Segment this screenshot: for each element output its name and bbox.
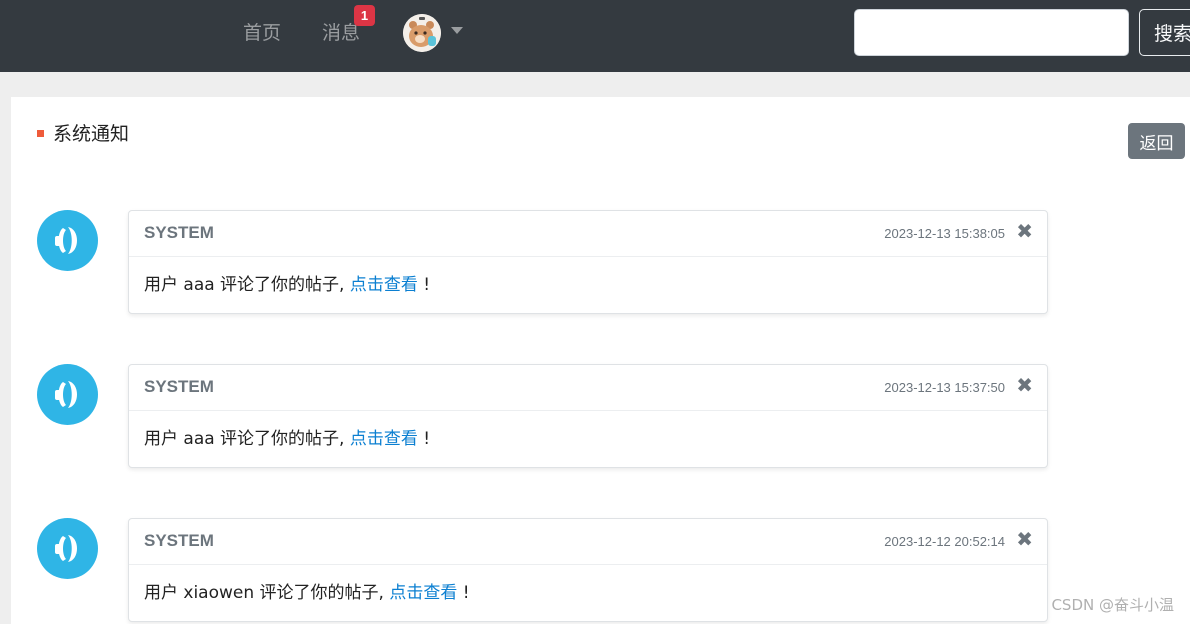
user-avatar[interactable]	[403, 14, 441, 52]
csdn-watermark: CSDN @奋斗小温	[1051, 596, 1174, 614]
messages-unread-badge: 1	[354, 5, 375, 26]
notice-card-header: SYSTEM 2023-12-12 20:52:14 ✖	[129, 519, 1047, 565]
bear-avatar-icon	[403, 14, 441, 52]
notice-timestamp: 2023-12-13 15:38:05	[884, 226, 1005, 241]
megaphone-icon	[55, 381, 77, 408]
notice-card-header: SYSTEM 2023-12-13 15:37:50 ✖	[129, 365, 1047, 411]
close-icon[interactable]: ✖	[1016, 528, 1033, 550]
notice-card: SYSTEM 2023-12-13 15:37:50 ✖ 用户 aaa 评论了你…	[128, 364, 1048, 468]
search-input[interactable]	[854, 9, 1129, 56]
megaphone-icon	[55, 227, 77, 254]
notice-timestamp: 2023-12-13 15:37:50	[884, 380, 1005, 395]
search-button[interactable]: 搜索	[1139, 9, 1190, 56]
top-navbar: 首页 消息 1 搜索	[0, 0, 1190, 72]
notice-text-suffix: !	[457, 583, 470, 603]
notice-sender: SYSTEM	[144, 223, 214, 242]
notice-text-suffix: !	[417, 275, 431, 295]
notice-text: 用户 xiaowen 评论了你的帖子,	[144, 583, 390, 603]
system-avatar	[37, 364, 98, 425]
nav-home-link[interactable]: 首页	[243, 20, 281, 46]
notice-sender: SYSTEM	[144, 531, 214, 550]
page-title: 系统通知	[53, 123, 130, 145]
close-icon[interactable]: ✖	[1016, 220, 1033, 242]
account-dropdown-caret-icon[interactable]	[451, 27, 463, 34]
notice-card-header: SYSTEM 2023-12-13 15:38:05 ✖	[129, 211, 1047, 257]
view-post-link[interactable]: 点击查看	[350, 275, 418, 295]
system-avatar	[37, 210, 98, 271]
back-button[interactable]: 返回	[1128, 123, 1185, 159]
system-avatar	[37, 518, 98, 579]
notice-card: SYSTEM 2023-12-12 20:52:14 ✖ 用户 xiaowen …	[128, 518, 1048, 622]
view-post-link[interactable]: 点击查看	[389, 583, 457, 603]
notice-text: 用户 aaa 评论了你的帖子,	[144, 429, 350, 449]
notice-sender: SYSTEM	[144, 377, 214, 396]
notice-text-suffix: !	[417, 429, 431, 449]
section-marker	[37, 130, 44, 137]
megaphone-icon	[55, 535, 77, 562]
close-icon[interactable]: ✖	[1016, 374, 1033, 396]
notice-list-panel: 系统通知 返回 SYSTEM 2023-12-13 15:38:05 ✖ 用户 …	[11, 97, 1190, 624]
notice-message: 用户 aaa 评论了你的帖子, 点击查看 !	[144, 427, 430, 451]
notice-timestamp: 2023-12-12 20:52:14	[884, 534, 1005, 549]
notice-message: 用户 aaa 评论了你的帖子, 点击查看 !	[144, 273, 430, 297]
view-post-link[interactable]: 点击查看	[350, 429, 418, 449]
notice-text: 用户 aaa 评论了你的帖子,	[144, 275, 350, 295]
notice-card: SYSTEM 2023-12-13 15:38:05 ✖ 用户 aaa 评论了你…	[128, 210, 1048, 314]
notice-message: 用户 xiaowen 评论了你的帖子, 点击查看 !	[144, 581, 470, 605]
